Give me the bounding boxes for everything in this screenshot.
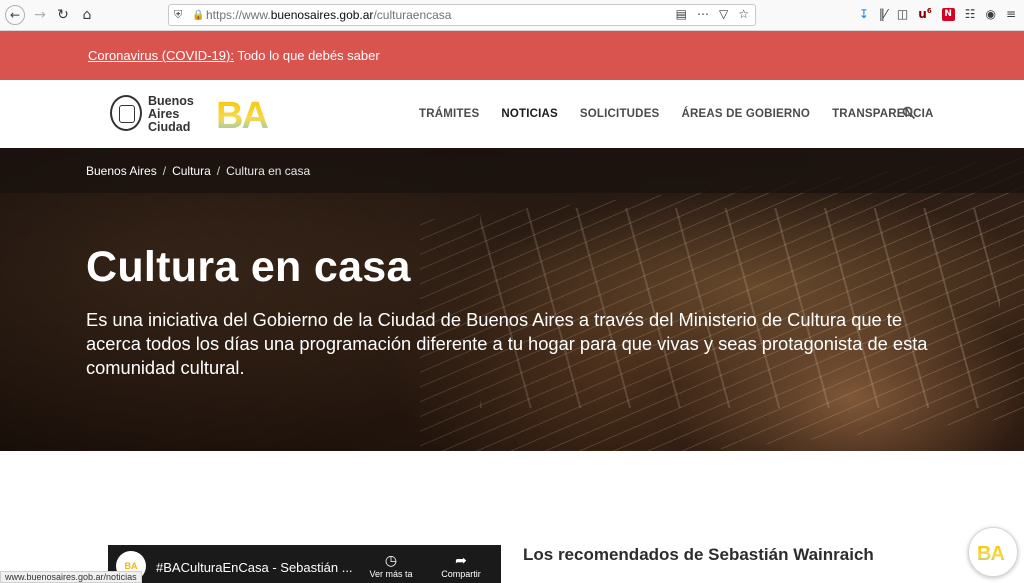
tracking-shield-icon[interactable]: ⛨ xyxy=(174,8,192,22)
nav-tramites[interactable]: TRÁMITES xyxy=(419,108,479,120)
back-arrow-icon[interactable]: ← xyxy=(5,5,25,25)
extension-grid-icon[interactable]: ☷ xyxy=(965,7,976,21)
share-arrow-icon: ➦ xyxy=(455,553,467,569)
netflix-extension-icon[interactable]: N xyxy=(941,7,955,21)
address-bar[interactable]: ⛨ 🔒 https://www. buenosaires.gob.ar/cultu… xyxy=(168,4,756,26)
nav-noticias[interactable]: NOTICIAS xyxy=(501,108,558,120)
home-icon[interactable]: ⌂ xyxy=(77,5,97,25)
page-title: Cultura en casa xyxy=(86,243,411,291)
watch-later-button[interactable]: ◷ Ver más ta xyxy=(366,553,416,579)
nav-areas-de-gobierno[interactable]: ÁREAS DE GOBIERNO xyxy=(681,108,810,120)
sidebar-icon[interactable]: ◫ xyxy=(897,7,908,21)
search-icon[interactable] xyxy=(902,106,916,120)
covid-banner-text: Coronavirus (COVID-19): Todo lo que debé… xyxy=(88,48,380,63)
video-title[interactable]: #BACulturaEnCasa - Sebastián ... xyxy=(156,560,353,575)
menu-icon[interactable]: ≡ xyxy=(1006,7,1016,21)
hero-description: Es una iniciativa del Gobierno de la Ciu… xyxy=(86,309,928,378)
covid-link[interactable]: Coronavirus (COVID-19): xyxy=(88,48,234,63)
share-label: Compartir xyxy=(441,569,481,579)
city-logo-text[interactable]: Buenos Aires Ciudad xyxy=(148,95,194,134)
breadcrumb: Buenos Aires / Cultura / Cultura en casa xyxy=(86,164,310,178)
pocket-icon[interactable]: ▽ xyxy=(719,7,728,21)
hero-section: Buenos Aires / Cultura / Cultura en casa… xyxy=(0,148,1024,451)
breadcrumb-bar: Buenos Aires / Cultura / Cultura en casa xyxy=(0,148,1024,193)
logo-line: Ciudad xyxy=(148,120,191,134)
ublock-count: 6 xyxy=(926,7,932,15)
reload-icon[interactable]: ↻ xyxy=(53,5,73,25)
bookmark-star-icon[interactable]: ☆ xyxy=(738,7,749,21)
browser-toolbar: ← → ↻ ⌂ ⛨ 🔒 https://www. buenosaires.gob.… xyxy=(0,0,1024,31)
recommended-heading: Los recomendados de Sebastián Wainraich xyxy=(523,545,874,564)
status-bar-url: www.buenosaires.gob.ar/noticias xyxy=(0,571,142,583)
watch-later-label: Ver más ta xyxy=(369,569,413,579)
library-icon[interactable]: ‖⁄ xyxy=(879,7,887,21)
breadcrumb-separator: / xyxy=(162,164,167,178)
breadcrumb-current: Cultura en casa xyxy=(226,164,311,178)
hero-overlay xyxy=(0,148,1024,451)
nav-solicitudes[interactable]: SOLICITUDES xyxy=(580,108,660,120)
url-scheme: https://www. xyxy=(206,8,271,22)
breadcrumb-cultura[interactable]: Cultura xyxy=(172,164,211,178)
chat-badge-text: BA xyxy=(977,543,1004,562)
account-icon[interactable]: ◉ xyxy=(985,7,995,21)
url-host: buenosaires.gob.ar xyxy=(270,8,374,22)
youtube-video-embed[interactable]: BA #BACulturaEnCasa - Sebastián ... ◷ Ve… xyxy=(108,545,501,583)
covid-banner-caption: Todo lo que debés saber xyxy=(233,48,380,63)
page-actions-icon[interactable]: ⋯ xyxy=(697,7,709,21)
reader-view-icon[interactable]: ▤ xyxy=(676,7,687,21)
nav-transparencia[interactable]: TRANSPARENCIA xyxy=(832,108,933,120)
url-path: /culturaencasa xyxy=(373,8,452,22)
share-button[interactable]: ➦ Compartir xyxy=(436,553,486,579)
ba-logo-text: BA xyxy=(216,95,268,133)
breadcrumb-separator: / xyxy=(216,164,221,178)
ublock-icon[interactable]: u6 xyxy=(918,7,931,21)
breadcrumb-buenos-aires[interactable]: Buenos Aires xyxy=(86,164,157,178)
clock-icon: ◷ xyxy=(384,553,398,569)
download-icon[interactable]: ↧ xyxy=(859,7,869,21)
city-seal-logo[interactable] xyxy=(110,95,142,131)
ba-logo[interactable]: BA xyxy=(215,95,283,133)
covid-banner: Coronavirus (COVID-19): Todo lo que debé… xyxy=(0,31,1024,80)
main-nav: TRÁMITES NOTICIAS SOLICITUDES ÁREAS DE G… xyxy=(419,108,956,120)
ba-chat-icon: BA xyxy=(977,543,1005,562)
site-header: Buenos Aires Ciudad BA TRÁMITES NOTICIAS… xyxy=(0,80,1024,148)
chatbot-button[interactable]: BA xyxy=(968,527,1018,577)
lock-icon[interactable]: 🔒 xyxy=(192,10,206,21)
forward-arrow-icon[interactable]: → xyxy=(30,5,50,25)
